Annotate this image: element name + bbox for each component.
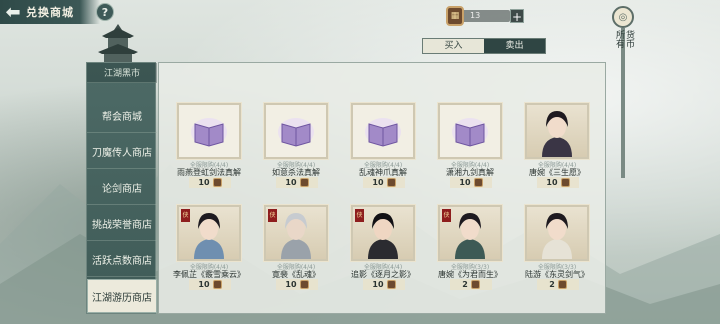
hero-badge-icon: 侠 <box>442 209 451 222</box>
item-art <box>525 205 589 261</box>
travel-token-icon <box>212 178 222 187</box>
add-currency-button[interactable]: + <box>510 9 524 24</box>
price-value: 10 <box>459 178 471 187</box>
item-price: 10 <box>276 177 318 188</box>
shop-item-card[interactable]: 侠 全服限购(3/3) 唐婉《为君而生》 2 <box>434 205 506 291</box>
item-price: 10 <box>363 279 405 290</box>
item-price: 10 <box>189 279 231 290</box>
character-portrait-icon <box>194 213 224 259</box>
tab-buy[interactable]: 买入 <box>423 39 484 53</box>
hero-badge-icon: 侠 <box>181 209 190 222</box>
item-price: 10 <box>363 177 405 188</box>
tab-sell[interactable]: 卖出 <box>484 39 545 53</box>
travel-token-icon <box>386 280 396 289</box>
shop-item-card[interactable]: 全服限购(4/4) 如意杀法真解 10 <box>260 103 332 189</box>
shop-item-card[interactable]: 侠 全服限购(4/4) 追影《逐月之影》 10 <box>347 205 419 291</box>
sidebar-item-travel-shop[interactable]: 江湖游历商店 <box>87 279 157 313</box>
price-value: 10 <box>198 178 210 187</box>
martial-scroll-icon <box>278 118 314 147</box>
travel-token-icon <box>299 178 309 187</box>
item-art <box>351 103 415 159</box>
sidebar-item-sword-debate-shop[interactable]: 论剑商店 <box>87 171 157 205</box>
travel-token-icon <box>557 280 567 289</box>
travel-token-icon <box>212 280 222 289</box>
item-price: 10 <box>276 279 318 290</box>
shop-sidebar: 江湖黑市 帮会商城 刀魔传人商店 论剑商店 挑战荣誉商店 活跃点数商店 江湖游历… <box>86 62 157 314</box>
travel-token-icon <box>560 178 570 187</box>
item-art: 侠 <box>438 205 502 261</box>
buy-sell-tabs: 买入 卖出 <box>422 38 546 54</box>
price-value: 10 <box>372 178 384 187</box>
item-art: 侠 <box>351 205 415 261</box>
item-price: 2 <box>450 279 492 290</box>
sidebar-item-black-market[interactable]: 江湖黑市 <box>87 63 157 83</box>
shop-item-card[interactable]: 全服限购(4/4) 乱魂神爪真解 10 <box>347 103 419 189</box>
item-price: 10 <box>450 177 492 188</box>
price-value: 10 <box>198 280 210 289</box>
shop-item-card[interactable]: 侠 全服限购(4/4) 寛裴《乱魂》 10 <box>260 205 332 291</box>
item-art <box>264 103 328 159</box>
travel-token-icon <box>299 280 309 289</box>
header-bar: ⬅ 兑换商城 <box>0 0 100 24</box>
shop-item-card[interactable]: 全服限购(3/3) 陆游《东灵剑气》 2 <box>521 205 593 291</box>
filter-label-all: 所有 <box>614 30 624 48</box>
price-value: 10 <box>546 178 558 187</box>
travel-token-icon: ▦ <box>446 6 464 26</box>
sidebar-item-blade-demon-shop[interactable]: 刀魔传人商店 <box>87 135 157 169</box>
martial-scroll-icon <box>191 118 227 147</box>
travel-token-icon <box>470 280 480 289</box>
martial-scroll-icon <box>452 118 488 147</box>
price-value: 10 <box>285 280 297 289</box>
sidebar-item-guild-shop[interactable]: 帮会商城 <box>87 99 157 133</box>
sidebar-item-activity-points-shop[interactable]: 活跃点数商店 <box>87 243 157 277</box>
scroll-knob-icon[interactable]: ◎ <box>612 6 634 28</box>
shop-item-card[interactable]: 全服限购(4/4) 潇湘九剑真解 10 <box>434 103 506 189</box>
item-price: 10 <box>189 177 231 188</box>
character-portrait-icon <box>368 213 398 259</box>
currency-amount: 13 <box>460 10 510 22</box>
item-art <box>438 103 502 159</box>
price-value: 2 <box>462 280 468 289</box>
item-art: 侠 <box>177 205 241 261</box>
item-art <box>177 103 241 159</box>
item-art: 侠 <box>264 205 328 261</box>
help-button[interactable]: ? <box>96 3 114 21</box>
item-price: 10 <box>537 177 579 188</box>
shop-item-card[interactable]: 全服限购(4/4) 唐婉《三生愿》 10 <box>521 103 593 189</box>
currency-display: 13 ▦ + <box>446 6 526 26</box>
shop-item-card[interactable]: 全服限购(4/4) 雨燕登虹剑法真解 10 <box>173 103 245 189</box>
character-portrait-icon <box>455 213 485 259</box>
price-value: 2 <box>549 280 555 289</box>
character-portrait-icon <box>281 213 311 259</box>
sidebar-item-challenge-honor-shop[interactable]: 挑战荣誉商店 <box>87 207 157 241</box>
currency-filter-scroll[interactable]: ◎ <box>610 6 636 306</box>
item-grid-panel: 全服限购(4/4) 雨燕登虹剑法真解 10 全服限购(4/4) 如意杀法真解 1… <box>158 62 606 314</box>
hero-badge-icon: 侠 <box>355 209 364 222</box>
character-portrait-icon <box>542 213 572 259</box>
travel-token-icon <box>386 178 396 187</box>
character-portrait-icon <box>542 111 572 157</box>
price-value: 10 <box>372 280 384 289</box>
scroll-rod <box>621 28 625 178</box>
item-art <box>525 103 589 159</box>
hero-badge-icon: 侠 <box>268 209 277 222</box>
item-price: 2 <box>537 279 579 290</box>
back-arrow-icon[interactable]: ⬅ <box>0 1 26 23</box>
travel-token-icon <box>473 178 483 187</box>
shop-item-card[interactable]: 侠 全服限购(4/4) 李佩芷《霰雪乘云》 10 <box>173 205 245 291</box>
martial-scroll-icon <box>365 118 401 147</box>
price-value: 10 <box>285 178 297 187</box>
page-title: 兑换商城 <box>26 6 74 19</box>
